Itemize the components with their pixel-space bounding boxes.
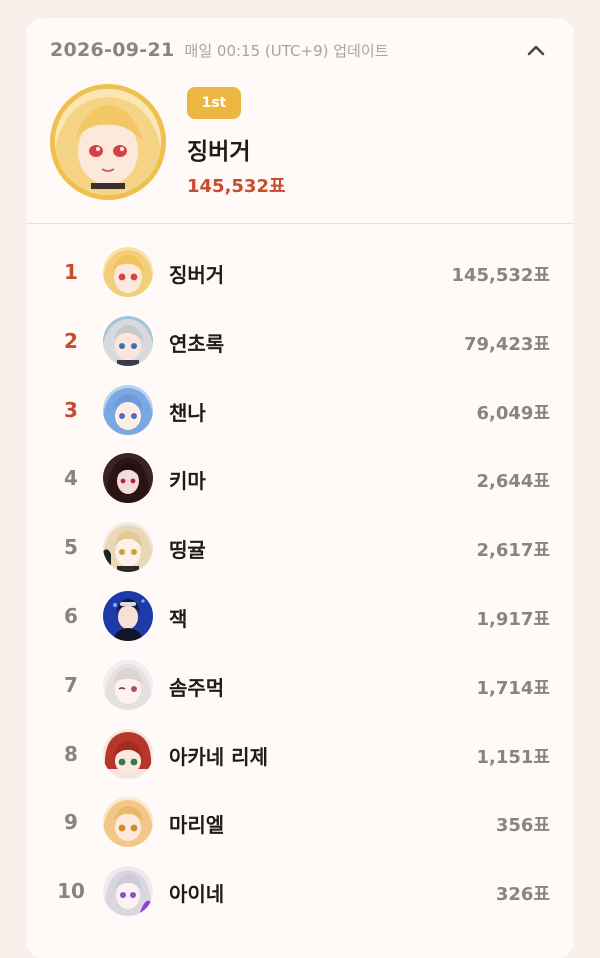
avatar [103, 590, 153, 641]
top-ranker[interactable]: 1st 징버거 145,532표 [50, 84, 550, 204]
rank-number: 6 [64, 603, 78, 628]
rank-number: 1 [64, 260, 78, 284]
divider [26, 223, 574, 224]
top-ranker-votes: 145,532표 [187, 176, 286, 197]
top-ranker-avatar [50, 84, 166, 200]
rank-number: 4 [64, 466, 78, 491]
ranker-name: 연초록 [169, 331, 225, 356]
rank-number: 10 [57, 879, 85, 904]
rank-number: 7 [64, 672, 78, 697]
ranking-row[interactable]: 7 솜주먹 1,714표 [26, 651, 574, 720]
ranker-votes: 326표 [495, 884, 550, 906]
rank-number: 3 [64, 397, 78, 422]
ranker-votes: 356표 [495, 815, 550, 837]
ranking-row[interactable]: 2 연초록 79,423표 [26, 307, 574, 376]
ranker-name: 잭 [169, 606, 188, 631]
ranker-name: 띵귤 [169, 538, 206, 563]
update-schedule: 매일 00:15 (UTC+9) 업데이트 [184, 41, 389, 60]
ranking-row[interactable]: 4 키마 2,644표 [26, 444, 574, 513]
ranker-votes: 1,151표 [476, 746, 551, 768]
rank-number: 8 [64, 741, 78, 766]
ranker-votes: 2,617표 [476, 540, 551, 562]
ranker-votes: 1,917표 [476, 608, 551, 630]
ranker-votes: 2,644표 [476, 471, 551, 493]
ranking-header: 2026-09-21 매일 00:15 (UTC+9) 업데이트 [50, 38, 550, 62]
ranker-name: 아이네 [169, 882, 225, 907]
ranker-name: 키마 [169, 469, 206, 494]
ranker-votes: 6,049표 [476, 402, 551, 424]
ranking-row[interactable]: 6 잭 1,917표 [26, 582, 574, 651]
rank-number: 2 [64, 328, 78, 353]
avatar [103, 384, 153, 435]
ranker-name: 솜주먹 [169, 675, 225, 700]
avatar [103, 866, 153, 917]
rank-number: 5 [64, 535, 78, 560]
avatar [103, 797, 153, 848]
ranker-name: 아카네 리제 [169, 744, 268, 769]
avatar [103, 728, 153, 779]
ranking-row[interactable]: 10 아이네 326표 [26, 857, 574, 926]
ranker-votes: 145,532표 [451, 265, 550, 286]
ranking-date: 2026-09-21 [50, 39, 175, 61]
avatar [103, 247, 153, 297]
avatar [103, 453, 153, 504]
collapse-button[interactable] [522, 36, 550, 64]
avatar [103, 659, 153, 710]
ranker-name: 챈나 [169, 400, 206, 425]
ranking-list: 1 징버거 145,532표 2 연초록 79,423표 3 챈나 6,049표… [26, 238, 574, 926]
ranking-row[interactable]: 1 징버거 145,532표 [26, 238, 574, 307]
rank-badge: 1st [187, 87, 241, 119]
ranking-row[interactable]: 8 아카네 리제 1,151표 [26, 720, 574, 789]
avatar [103, 522, 153, 573]
ranking-row[interactable]: 9 마리엘 356표 [26, 788, 574, 857]
ranking-row[interactable]: 5 띵귤 2,617표 [26, 513, 574, 582]
ranker-votes: 1,714표 [476, 677, 551, 699]
ranker-name: 마리엘 [169, 813, 225, 838]
rank-number: 9 [64, 810, 78, 835]
ranker-name: 징버거 [169, 263, 225, 287]
avatar [103, 315, 153, 366]
ranker-votes: 79,423표 [463, 333, 550, 355]
ranking-row[interactable]: 3 챈나 6,049표 [26, 376, 574, 445]
chevron-up-icon [527, 45, 545, 56]
ranking-card: 2026-09-21 매일 00:15 (UTC+9) 업데이트 1st 징버거… [26, 18, 574, 958]
top-ranker-name: 징버거 [187, 139, 251, 165]
